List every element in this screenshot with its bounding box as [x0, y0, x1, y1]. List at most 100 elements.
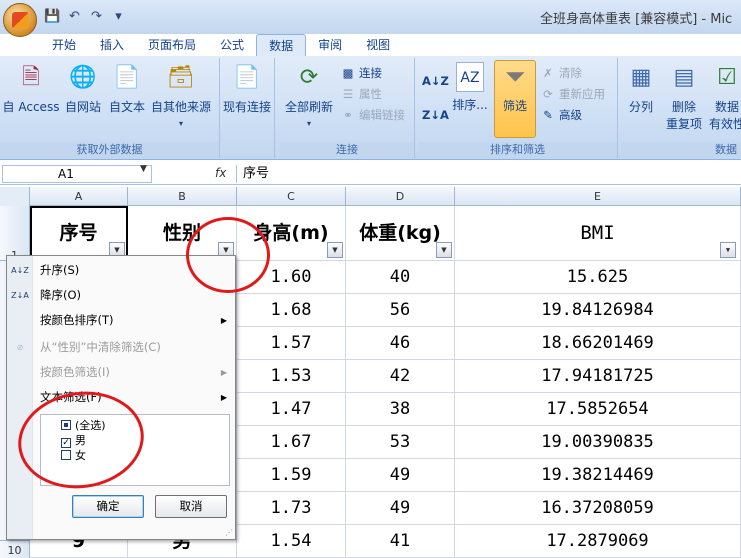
tab-home[interactable]: 开始: [40, 34, 88, 56]
cell-weight[interactable]: 38: [346, 393, 455, 426]
checklist-label-female: 女: [75, 449, 86, 462]
cell-weight[interactable]: 46: [346, 327, 455, 360]
cell-height[interactable]: 1.73: [237, 492, 346, 525]
cell-weight[interactable]: 53: [346, 426, 455, 459]
header-cell-bmi[interactable]: BMI ▼: [455, 206, 741, 261]
cell-weight[interactable]: 49: [346, 492, 455, 525]
sort-button[interactable]: AZ 排序...: [448, 62, 492, 113]
cancel-button[interactable]: 取消: [155, 495, 227, 518]
reapply-button[interactable]: ⟳ 重新应用: [540, 85, 605, 103]
refresh-all-button[interactable]: ⟳ 全部刷新 ▾: [282, 62, 336, 129]
customize-icon[interactable]: ▾: [110, 8, 127, 25]
menu-item-5[interactable]: 文本筛选(F) ▶: [7, 385, 235, 410]
cell-height[interactable]: 1.59: [237, 459, 346, 492]
menu-item-4[interactable]: 按颜色筛选(I) ▶: [7, 360, 235, 385]
sort-asc-icon: A↓Z: [11, 266, 29, 275]
checkbox-male[interactable]: ✓: [61, 438, 71, 448]
checklist-item-male[interactable]: ✓ 男: [61, 433, 86, 448]
existing-connections-button[interactable]: 📄 现有连接: [220, 62, 274, 115]
menu-item-label: 升序(S): [40, 263, 80, 277]
cell-height[interactable]: 1.60: [237, 261, 346, 294]
tab-formulas[interactable]: 公式: [208, 34, 256, 56]
column-header-d[interactable]: D: [346, 187, 455, 206]
cell-weight[interactable]: 40: [346, 261, 455, 294]
tab-page-layout[interactable]: 页面布局: [136, 34, 208, 56]
filter-value-list[interactable]: (全选) ✓ 男 女: [40, 414, 230, 486]
cell-bmi[interactable]: 15.625: [455, 261, 741, 294]
from-other-sources-button[interactable]: 🗃 自其他来源 ▾: [150, 62, 212, 129]
cell-bmi[interactable]: 16.37208059: [455, 492, 741, 525]
from-access-button[interactable]: 🗎 自 Access: [2, 62, 60, 115]
clear-button[interactable]: ✗ 清除: [540, 64, 582, 82]
column-header-a[interactable]: A: [30, 187, 128, 206]
header-cell-no[interactable]: 序号 ▼: [30, 206, 128, 261]
cell-bmi[interactable]: 18.66201469: [455, 327, 741, 360]
cell-weight[interactable]: 49: [346, 459, 455, 492]
cell-height[interactable]: 1.47: [237, 393, 346, 426]
cell-height[interactable]: 1.67: [237, 426, 346, 459]
from-text-label: 自文本: [108, 100, 145, 114]
ok-button[interactable]: 确定: [72, 495, 144, 518]
save-icon[interactable]: 💾: [44, 8, 61, 25]
tab-data[interactable]: 数据: [256, 34, 307, 56]
cell-height[interactable]: 1.54: [237, 525, 346, 558]
redo-icon[interactable]: ↷: [88, 8, 105, 25]
cell-bmi[interactable]: 17.94181725: [455, 360, 741, 393]
undo-icon[interactable]: ↶: [66, 8, 83, 25]
menu-item-1[interactable]: Z↓A 降序(O): [7, 283, 235, 308]
tab-view[interactable]: 视图: [354, 34, 402, 56]
cell-weight[interactable]: 56: [346, 294, 455, 327]
cell-bmi[interactable]: 19.84126984: [455, 294, 741, 327]
row-header-10[interactable]: 10: [0, 541, 30, 558]
group-label-data-tools: 数据: [621, 142, 741, 157]
sort-asc-small-button[interactable]: A↓Z: [422, 72, 449, 90]
row-header-1[interactable]: 1: [0, 206, 30, 262]
column-header-b[interactable]: B: [128, 187, 237, 206]
remove-duplicates-button[interactable]: ▤ 删除 重复项: [661, 62, 707, 132]
filter-dropdown-bmi[interactable]: ▼: [720, 242, 736, 258]
column-header-c[interactable]: C: [237, 187, 346, 206]
tab-insert[interactable]: 插入: [88, 34, 136, 56]
menu-item-3[interactable]: ⊘ 从“性别”中清除筛选(C): [7, 335, 235, 360]
column-header-e[interactable]: E: [455, 187, 741, 206]
from-web-button[interactable]: 🌐 自网站: [62, 62, 104, 115]
filter-button[interactable]: ⏷ 筛选: [494, 60, 536, 138]
cell-bmi[interactable]: 19.38214469: [455, 459, 741, 492]
checklist-item-select-all[interactable]: (全选): [61, 418, 106, 433]
resize-grip-icon[interactable]: ⋰: [225, 528, 233, 537]
connections-button[interactable]: ▩ 连接: [340, 64, 382, 82]
cell-height[interactable]: 1.68: [237, 294, 346, 327]
from-text-button[interactable]: 📄 自文本: [106, 62, 148, 115]
checklist-item-female[interactable]: 女: [61, 448, 86, 463]
cell-bmi[interactable]: 17.5852654: [455, 393, 741, 426]
properties-button[interactable]: ☰ 属性: [340, 85, 382, 103]
header-cell-height[interactable]: 身高(m) ▼: [237, 206, 346, 261]
cell-height[interactable]: 1.57: [237, 327, 346, 360]
data-validation-button[interactable]: ☑ 数据 有效性: [707, 62, 741, 132]
edit-links-button[interactable]: ⚭ 编辑链接: [340, 106, 405, 124]
name-box-dropdown-icon[interactable]: ▼: [140, 164, 147, 174]
cell-bmi[interactable]: 19.00390835: [455, 426, 741, 459]
text-to-columns-button[interactable]: ▦ 分列: [623, 62, 659, 115]
header-cell-weight[interactable]: 体重(kg) ▼: [346, 206, 455, 261]
tab-review[interactable]: 审阅: [306, 34, 354, 56]
cell-height[interactable]: 1.53: [237, 360, 346, 393]
cell-bmi[interactable]: 17.2879069: [455, 525, 741, 558]
insert-function-icon[interactable]: fx: [215, 166, 226, 180]
advanced-button[interactable]: ✎ 高级: [540, 106, 582, 124]
cell-weight[interactable]: 41: [346, 525, 455, 558]
menu-item-label: 按颜色筛选(I): [40, 365, 110, 379]
select-all-corner[interactable]: [0, 187, 30, 206]
menu-item-0[interactable]: A↓Z 升序(S): [7, 258, 235, 283]
menu-item-2[interactable]: 按颜色排序(T) ▶: [7, 308, 235, 333]
filter-dropdown-height[interactable]: ▼: [327, 242, 343, 258]
name-box[interactable]: A1: [2, 165, 152, 183]
checkbox-select-all[interactable]: [61, 420, 71, 430]
filter-dropdown-weight[interactable]: ▼: [436, 242, 452, 258]
office-button[interactable]: [3, 3, 37, 37]
checkbox-female[interactable]: [61, 450, 71, 460]
sort-desc-small-button[interactable]: Z↓A: [422, 106, 449, 124]
cell-weight[interactable]: 42: [346, 360, 455, 393]
formula-input[interactable]: 序号: [236, 165, 741, 183]
header-cell-sex[interactable]: 性别 ▼: [128, 206, 237, 261]
